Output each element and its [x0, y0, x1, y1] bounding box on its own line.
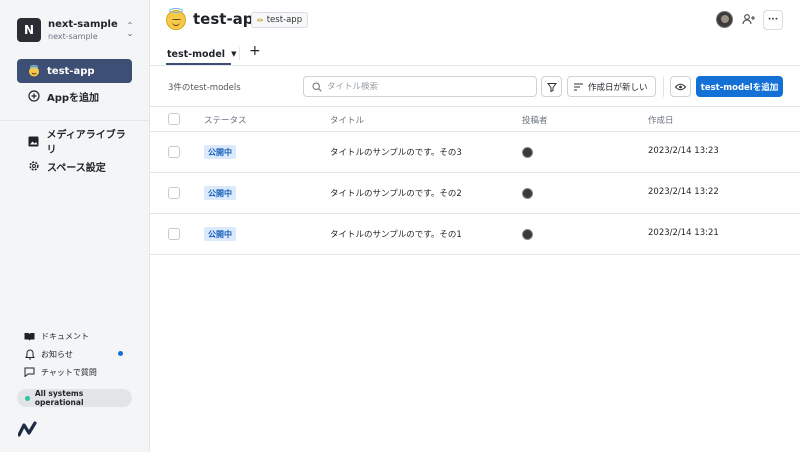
add-member-icon[interactable] — [742, 13, 756, 25]
author-avatar — [522, 229, 533, 240]
row-created-date: 2023/2/14 13:23 — [648, 146, 719, 156]
table-row[interactable]: 公開中 タイトルのサンプルのです。その3 2023/2/14 13:23 — [150, 132, 800, 173]
column-header-status[interactable]: ステータス — [204, 114, 247, 126]
space-avatar: N — [17, 18, 41, 42]
sidebar-item-test-app[interactable]: test-app — [17, 59, 132, 83]
sidebar-item-space-settings[interactable]: スペース設定 — [17, 154, 132, 178]
brand-logo-icon — [18, 421, 37, 437]
row-checkbox[interactable] — [168, 228, 180, 240]
view-options-button[interactable] — [670, 76, 691, 97]
chat-link[interactable]: チャットで質問 — [24, 365, 97, 379]
sort-lines-icon — [574, 83, 583, 91]
search-box[interactable] — [303, 76, 537, 97]
status-dot-icon — [25, 395, 30, 401]
row-created-date: 2023/2/14 13:21 — [648, 228, 719, 238]
row-checkbox[interactable] — [168, 146, 180, 158]
author-avatar — [522, 188, 533, 199]
sidebar-item-label: メディアライブラリ — [46, 130, 126, 156]
app-header: test-app ✏ test-app ··· test-model ▼ + — [150, 0, 800, 66]
row-created-date: 2023/2/14 13:22 — [648, 187, 719, 197]
notifications-link[interactable]: お知らせ — [24, 347, 73, 361]
smiling-face-with-halo-icon — [166, 8, 186, 30]
chat-label: チャットで質問 — [41, 367, 97, 377]
author-avatar — [522, 147, 533, 158]
app-id-label: test-app — [266, 15, 303, 25]
column-header-created[interactable]: 作成日 — [648, 114, 674, 126]
plus-circle-icon — [27, 90, 40, 103]
docs-label: ドキュメント — [41, 331, 89, 341]
smiling-face-with-halo-icon — [27, 65, 40, 78]
sort-label: 作成日が新しい — [588, 82, 648, 93]
system-status[interactable]: All systems operational — [17, 389, 132, 407]
sidebar: N next-sample next-sample ⌃ ⌄ test-app Ap… — [0, 0, 150, 452]
space-name: next-sample — [48, 18, 118, 30]
sidebar-item-label: test-app — [47, 65, 95, 77]
filter-button[interactable] — [541, 76, 562, 97]
status-badge: 公開中 — [204, 186, 236, 200]
bell-icon — [24, 348, 35, 360]
sidebar-item-add-app[interactable]: Appを追加 — [17, 84, 132, 108]
row-title: タイトルのサンプルのです。その2 — [330, 189, 462, 199]
toolbar-divider — [663, 76, 664, 97]
caret-down-icon: ▼ — [231, 50, 237, 58]
docs-link[interactable]: ドキュメント — [24, 329, 89, 343]
status-label: All systems operational — [34, 389, 84, 407]
more-menu-button[interactable]: ··· — [763, 10, 783, 30]
filter-icon — [546, 82, 557, 92]
sidebar-item-label: Appを追加 — [47, 92, 100, 104]
tab-label: test-model — [167, 48, 226, 60]
book-icon — [24, 331, 35, 342]
space-switcher[interactable]: N next-sample next-sample ⌃ ⌄ — [17, 17, 135, 43]
notifications-label: お知らせ — [41, 349, 73, 359]
tab-test-model[interactable]: test-model ▼ — [167, 43, 236, 65]
app-id-badge[interactable]: ✏ test-app — [251, 12, 309, 28]
row-checkbox[interactable] — [168, 187, 180, 199]
record-count: 3件のtest-models — [168, 83, 241, 93]
status-badge: 公開中 — [204, 227, 236, 241]
table-row[interactable]: 公開中 タイトルのサンプルのです。その1 2023/2/14 13:21 — [150, 214, 800, 255]
sidebar-item-media-library[interactable]: メディアライブラリ — [17, 129, 132, 156]
add-record-button[interactable]: test-modelを追加 — [696, 76, 783, 97]
space-subtitle: next-sample — [48, 31, 98, 41]
active-tab-indicator — [166, 63, 231, 65]
table-header: ステータス タイトル 投稿者 作成日 — [150, 106, 800, 132]
sort-button[interactable]: 作成日が新しい — [567, 76, 656, 97]
unread-dot — [118, 351, 123, 356]
status-badge: 公開中 — [204, 145, 236, 159]
search-input[interactable] — [327, 81, 527, 92]
select-all-checkbox[interactable] — [168, 113, 180, 125]
search-icon — [312, 81, 322, 92]
sidebar-item-label: スペース設定 — [47, 162, 106, 174]
avatar[interactable] — [716, 11, 733, 28]
table-row[interactable]: 公開中 タイトルのサンプルのです。その2 2023/2/14 13:22 — [150, 173, 800, 214]
chevron-up-down-icon: ⌃ ⌄ — [126, 21, 134, 38]
gear-icon — [27, 160, 40, 173]
chat-icon — [24, 367, 35, 378]
eye-icon — [675, 83, 686, 90]
row-title: タイトルのサンプルのです。その1 — [330, 230, 462, 240]
add-model-tab-button[interactable]: + — [249, 43, 261, 59]
column-header-author[interactable]: 投稿者 — [522, 114, 548, 126]
column-header-title[interactable]: タイトル — [330, 114, 364, 126]
image-icon — [27, 135, 39, 148]
tab-divider — [239, 47, 240, 60]
pencil-icon: ✏ — [257, 15, 264, 25]
row-title: タイトルのサンプルのです。その3 — [330, 148, 462, 158]
sidebar-divider — [0, 120, 149, 121]
